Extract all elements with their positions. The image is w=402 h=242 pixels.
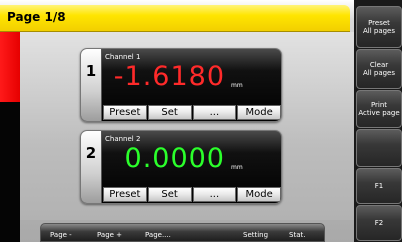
softkey-label: F1: [374, 182, 384, 190]
softkey-f1[interactable]: F1: [356, 168, 402, 204]
page-plus-button[interactable]: Page +: [97, 231, 122, 239]
softkey-label: F2: [374, 219, 384, 227]
set-button[interactable]: Set: [147, 187, 192, 202]
channel-button-row: Preset Set ... Mode: [103, 187, 281, 202]
softkey-label: Print: [370, 101, 388, 109]
active-indicator: [0, 32, 20, 102]
page-more-button[interactable]: Page....: [145, 231, 171, 239]
softkey-label: Preset: [368, 19, 390, 27]
page-indicator: Page 1/8: [7, 10, 66, 24]
channel-panel-1[interactable]: 1 Channel 1 -1.6180 mm Preset Set ... Mo…: [80, 48, 282, 122]
softkey-label: All pages: [362, 27, 396, 35]
softkey-preset-all-pages[interactable]: Preset All pages: [356, 6, 402, 48]
mode-button[interactable]: Mode: [237, 105, 281, 120]
softkey-label: Active page: [358, 109, 400, 117]
page-minus-button[interactable]: Page -: [50, 231, 72, 239]
channel-number: 2: [81, 131, 102, 203]
preset-button[interactable]: Preset: [103, 105, 147, 120]
setting-button[interactable]: Setting: [243, 231, 268, 239]
set-button[interactable]: Set: [147, 105, 192, 120]
channel-number: 1: [81, 49, 102, 121]
softkey-column: Preset All pages Clear All pages Print A…: [354, 0, 402, 242]
more-button[interactable]: ...: [192, 105, 237, 120]
channel-value: -1.6180: [113, 61, 225, 92]
softkey-clear-all-pages[interactable]: Clear All pages: [356, 49, 402, 89]
channel-value: 0.0000: [124, 143, 225, 174]
stat-button[interactable]: Stat.: [289, 231, 305, 239]
header-bar: Page 1/8: [0, 5, 350, 32]
bottom-toolbar: Page - Page + Page.... Setting Stat.: [40, 223, 325, 242]
mode-button[interactable]: Mode: [237, 187, 281, 202]
softkey-label: Clear: [369, 61, 389, 69]
more-button[interactable]: ...: [192, 187, 237, 202]
softkey-label: All pages: [362, 69, 396, 77]
softkey-blank[interactable]: [356, 129, 402, 167]
channel-button-row: Preset Set ... Mode: [103, 105, 281, 120]
preset-button[interactable]: Preset: [103, 187, 147, 202]
channel-unit: mm: [231, 82, 243, 89]
channel-unit: mm: [231, 164, 243, 171]
screen: Page 1/8 1 Channel 1 -1.6180 mm Preset S…: [0, 0, 402, 242]
softkey-print-active-page[interactable]: Print Active page: [356, 90, 402, 128]
softkey-f2[interactable]: F2: [356, 205, 402, 241]
channel-panel-2[interactable]: 2 Channel 2 0.0000 mm Preset Set ... Mod…: [80, 130, 282, 204]
